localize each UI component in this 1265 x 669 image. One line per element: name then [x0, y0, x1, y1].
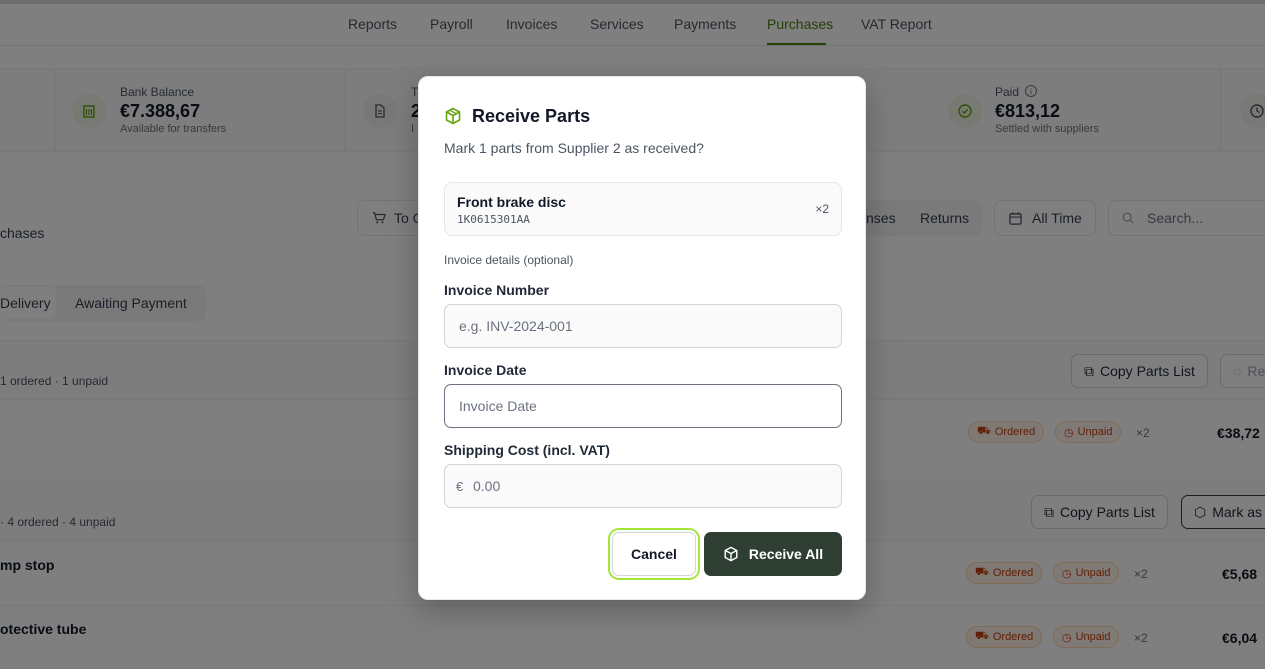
invoice-date-label: Invoice Date [444, 362, 527, 378]
invoice-number-label: Invoice Number [444, 282, 550, 298]
receive-parts-dialog: Receive Parts Mark 1 parts from Supplier… [418, 76, 866, 600]
package-icon [445, 107, 461, 125]
cancel-button[interactable]: Cancel [612, 532, 696, 576]
shipping-cost-input[interactable] [444, 464, 842, 508]
part-code: 1K0615301AA [457, 213, 530, 226]
invoice-date-input[interactable] [444, 384, 842, 428]
button-label: Receive All [748, 546, 824, 562]
part-name: Front brake disc [457, 194, 566, 210]
dialog-description: Mark 1 parts from Supplier 2 as received… [444, 140, 704, 156]
package-icon [724, 546, 738, 562]
invoice-details-label: Invoice details (optional) [444, 253, 574, 267]
currency-symbol: € [456, 479, 464, 494]
shipping-cost-label: Shipping Cost (incl. VAT) [444, 442, 610, 458]
part-card: Front brake disc 1K0615301AA ×2 [444, 182, 842, 236]
receive-all-button[interactable]: Receive All [704, 532, 842, 576]
part-quantity: ×2 [815, 202, 829, 216]
dialog-title: Receive Parts [472, 106, 591, 126]
invoice-number-input[interactable] [444, 304, 842, 348]
